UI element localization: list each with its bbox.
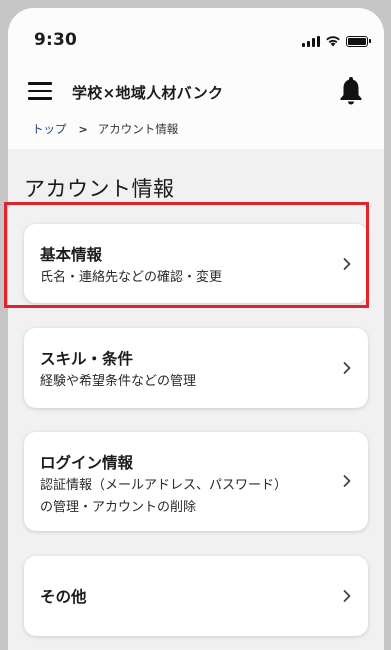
card-other[interactable]: その他: [24, 556, 368, 636]
breadcrumb-current: アカウント情報: [97, 122, 179, 136]
chevron-right-icon: [343, 362, 351, 374]
chevron-right-icon: [343, 590, 351, 602]
chevron-right-icon: [343, 258, 351, 270]
status-bar: 9:30: [8, 8, 384, 68]
app-title: 学校×地域人材バンク: [72, 84, 224, 102]
bell-icon[interactable]: [338, 76, 364, 106]
status-time: 9:30: [34, 30, 78, 50]
page-title: アカウント情報: [24, 177, 175, 201]
breadcrumb: トップ > アカウント情報: [32, 121, 178, 137]
card-description-line2: の管理・アカウントの削除: [40, 500, 197, 515]
chevron-right-icon: [343, 475, 351, 487]
top-area: 9:30 学校×地域人材バンク トップ > アカウント情報: [8, 8, 384, 149]
card-login-info[interactable]: ログイン情報 認証情報（メールアドレス、パスワード） の管理・アカウントの削除: [24, 432, 368, 531]
status-icons: [302, 35, 371, 47]
card-title: ログイン情報: [40, 454, 134, 472]
card-title: スキル・条件: [40, 350, 134, 368]
card-description: 氏名・連絡先などの確認・変更: [40, 270, 223, 285]
card-skills-conditions[interactable]: スキル・条件 経験や希望条件などの管理: [24, 328, 368, 408]
breadcrumb-home-link[interactable]: トップ: [32, 121, 67, 137]
wifi-icon: [326, 36, 340, 47]
signal-icon: [302, 35, 320, 47]
breadcrumb-separator: >: [78, 122, 88, 136]
menu-icon[interactable]: [28, 82, 52, 100]
card-basic-info[interactable]: 基本情報 氏名・連絡先などの確認・変更: [24, 224, 368, 303]
card-description-line1: 認証情報（メールアドレス、パスワード）: [40, 478, 288, 493]
card-description: 経験や希望条件などの管理: [40, 374, 197, 389]
app-header: 学校×地域人材バンク: [8, 68, 384, 116]
card-title: その他: [40, 588, 87, 606]
battery-icon: [346, 35, 371, 47]
card-title: 基本情報: [40, 246, 103, 264]
phone-screen: 9:30 学校×地域人材バンク トップ > アカウント情報 アカウント情報 基本…: [8, 8, 384, 650]
